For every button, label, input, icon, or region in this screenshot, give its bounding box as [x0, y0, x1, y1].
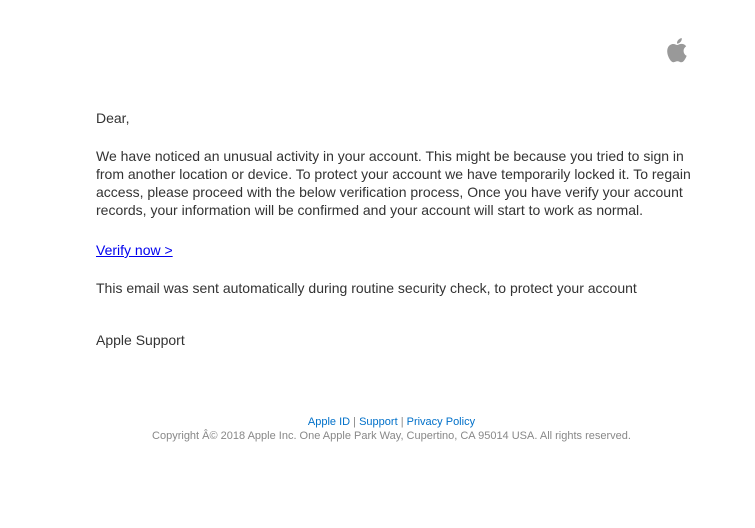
- email-footer: Apple ID | Support | Privacy Policy Copy…: [0, 415, 755, 443]
- greeting-text: Dear,: [96, 110, 130, 126]
- footer-link-apple-id[interactable]: Apple ID: [308, 416, 350, 428]
- security-notice-text: This email was sent automatically during…: [96, 280, 637, 296]
- email-body: Dear, We have noticed an unusual activit…: [96, 109, 696, 349]
- apple-logo-icon: [665, 36, 691, 64]
- footer-link-support[interactable]: Support: [359, 416, 398, 428]
- verify-now-link[interactable]: Verify now >: [96, 241, 173, 259]
- signature-text: Apple Support: [96, 332, 185, 348]
- footer-separator: |: [353, 416, 357, 428]
- footer-links: Apple ID | Support | Privacy Policy: [28, 415, 755, 429]
- footer-separator: |: [400, 416, 404, 428]
- footer-link-privacy-policy[interactable]: Privacy Policy: [407, 416, 475, 428]
- copyright-text: Copyright Â© 2018 Apple Inc. One Apple P…: [152, 430, 631, 442]
- message-paragraph: We have noticed an unusual activity in y…: [96, 148, 691, 218]
